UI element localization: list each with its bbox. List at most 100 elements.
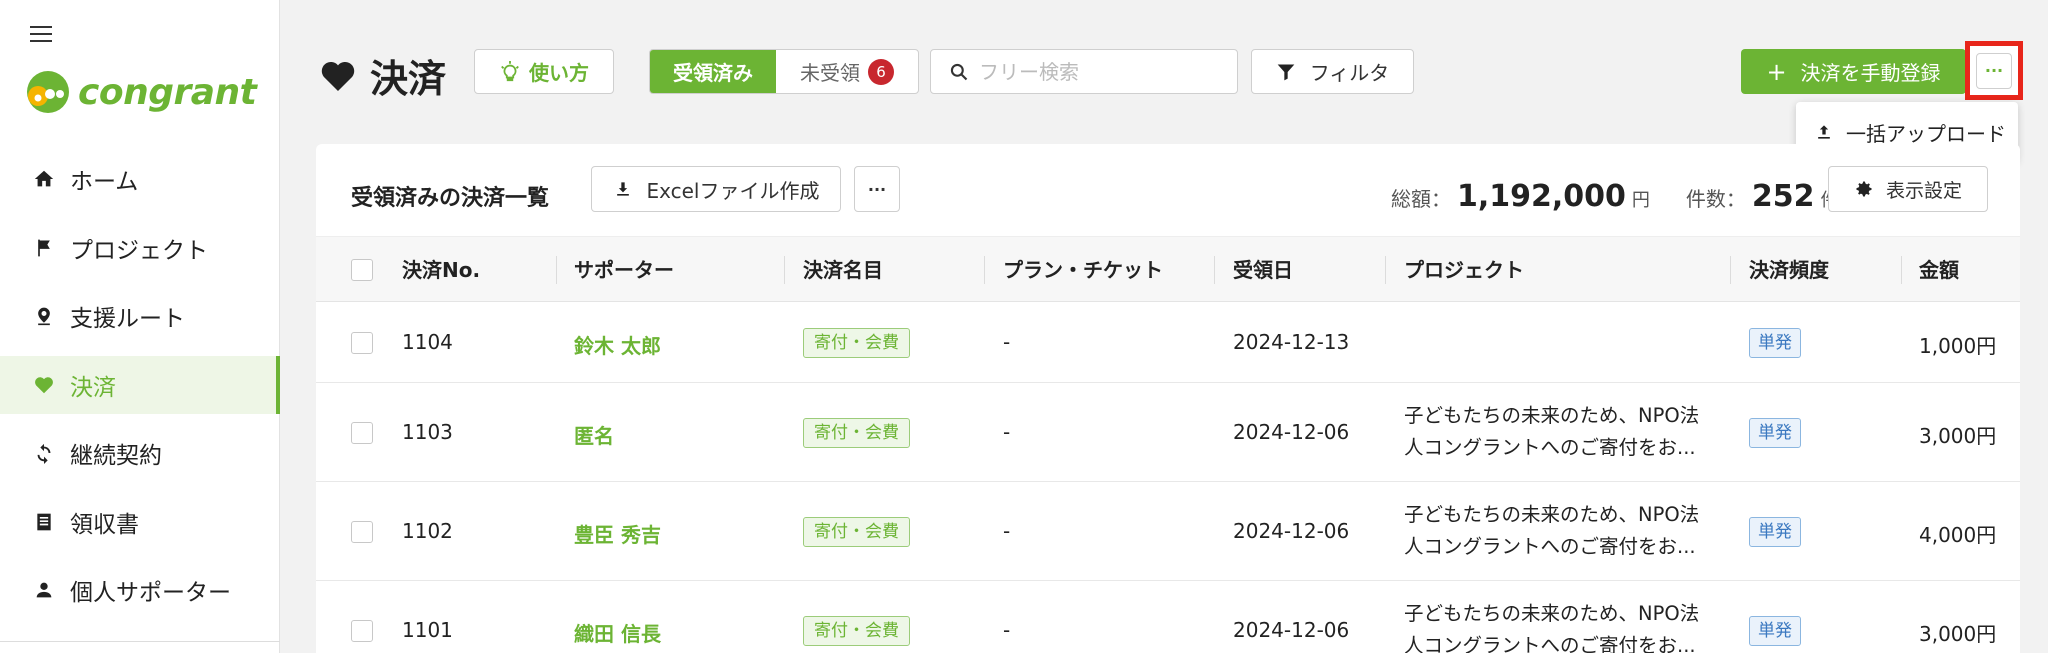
cell-project-line: 人コングラントへのご寄付をお... (1404, 436, 1696, 459)
sidebar-item-label: 決済 (70, 374, 116, 401)
cell-no: 1103 (402, 420, 453, 444)
cell-amount: 3,000円 (1919, 622, 1997, 646)
gear-icon (1856, 181, 1872, 197)
column-header-project[interactable]: プロジェクト (1404, 237, 1524, 303)
cell-date: 2024-12-06 (1233, 618, 1350, 642)
cell-supporter-link[interactable]: 匿名 (574, 420, 614, 449)
sidebar-item-label: ホーム (70, 169, 139, 195)
total-value: 1,192,000 (1457, 179, 1626, 214)
sidebar-item-label: 支援ルート (70, 306, 185, 332)
excel-export-label: Excelファイル作成 (646, 178, 820, 203)
cell-frequency-tag: 単発 (1749, 517, 1801, 547)
sidebar: congrant ホーム プロジェクト 支援ルート 決済 継続契約 領収書 個人… (0, 0, 280, 653)
cell-supporter-link[interactable]: 鈴木 太郎 (574, 330, 661, 359)
column-divider (1730, 256, 1731, 284)
column-header-no[interactable]: 決済No. (402, 237, 480, 303)
flag-icon (32, 236, 56, 260)
cell-item-tag: 寄付・会費 (803, 517, 910, 547)
cell-project: 子どもたちの未来のため、NPO法 人コングラントへのご寄付をお... (1404, 499, 1714, 563)
display-settings-button[interactable]: 表示設定 (1828, 166, 1988, 212)
receipt-icon (32, 510, 56, 534)
search-input[interactable] (979, 59, 1209, 84)
card-more-button[interactable]: ··· (854, 166, 900, 212)
column-header-supporter[interactable]: サポーター (574, 237, 674, 303)
sidebar-item-home[interactable]: ホーム (0, 150, 280, 208)
heart-icon (321, 61, 355, 91)
menu-icon[interactable] (30, 26, 52, 42)
cell-project-line: 子どもたちの未来のため、NPO法 (1404, 602, 1700, 625)
sidebar-item-individual-supporters[interactable]: 個人サポーター (0, 561, 280, 619)
excel-export-button[interactable]: Excelファイル作成 (591, 166, 841, 212)
unreceived-count-badge: 6 (868, 58, 894, 85)
cell-item-tag: 寄付・会費 (803, 418, 910, 448)
search-icon (950, 63, 968, 80)
filter-button[interactable]: フィルタ (1251, 49, 1414, 94)
tab-received[interactable]: 受領済み (650, 50, 776, 93)
cell-supporter-link[interactable]: 織田 信長 (574, 618, 661, 647)
tab-unreceived-label: 未受領 (800, 61, 860, 85)
cell-frequency-tag: 単発 (1749, 418, 1801, 448)
congrant-logo-icon (27, 71, 69, 113)
row-checkbox[interactable] (351, 620, 373, 642)
column-divider (984, 256, 985, 284)
sidebar-item-continuous-contract[interactable]: 継続契約 (0, 424, 280, 482)
add-payment-button[interactable]: + 決済を手動登録 (1741, 49, 1966, 94)
cell-plan: - (1003, 519, 1011, 543)
row-checkbox[interactable] (351, 422, 373, 444)
row-checkbox[interactable] (351, 521, 373, 543)
sidebar-item-route[interactable]: 支援ルート (0, 287, 280, 345)
heart-icon (32, 373, 56, 397)
select-all-checkbox[interactable] (351, 259, 373, 281)
table-row[interactable]: 1104 鈴木 太郎 寄付・会費 - 2024-12-13 単発 1,000円 (316, 302, 2020, 383)
payments-card: 受領済みの決済一覧 Excelファイル作成 ··· 総額： 1,192,000 … (316, 144, 2020, 653)
cell-no: 1102 (402, 519, 453, 543)
sidebar-nav: ホーム プロジェクト 支援ルート 決済 継続契約 領収書 個人サポーター (0, 150, 280, 630)
column-header-date[interactable]: 受領日 (1233, 237, 1293, 303)
cell-supporter-link[interactable]: 豊臣 秀吉 (574, 519, 661, 548)
cell-date: 2024-12-13 (1233, 330, 1350, 354)
column-header-frequency[interactable]: 決済頻度 (1749, 237, 1829, 303)
download-icon (616, 182, 629, 196)
tab-unreceived[interactable]: 未受領 6 (776, 50, 918, 93)
person-icon (32, 578, 56, 602)
column-header-amount[interactable]: 金額 (1919, 237, 1959, 303)
lightbulb-icon (501, 60, 519, 81)
refresh-icon (32, 441, 56, 465)
cell-project: 子どもたちの未来のため、NPO法 人コングラントへのご寄付をお... (1404, 400, 1714, 464)
count-label: 件数： (1685, 187, 1746, 211)
plus-icon: + (1766, 57, 1787, 86)
cell-date: 2024-12-06 (1233, 420, 1350, 444)
column-divider (784, 256, 785, 284)
filter-label: フィルタ (1309, 61, 1390, 85)
location-pin-icon (32, 304, 56, 328)
table-row[interactable]: 1103 匿名 寄付・会費 - 2024-12-06 子どもたちの未来のため、N… (316, 384, 2020, 482)
sidebar-item-payments[interactable]: 決済 (0, 355, 280, 414)
cell-amount: 3,000円 (1919, 424, 1997, 448)
cell-no: 1104 (402, 330, 453, 354)
sidebar-item-receipts[interactable]: 領収書 (0, 493, 280, 551)
column-header-item[interactable]: 決済名目 (803, 237, 883, 303)
cell-project-line: 子どもたちの未来のため、NPO法 (1404, 404, 1700, 427)
column-divider (1901, 256, 1902, 284)
cell-amount: 1,000円 (1919, 334, 1997, 358)
logo[interactable]: congrant (24, 68, 257, 116)
cell-project-line: 人コングラントへのご寄付をお... (1404, 634, 1696, 653)
cell-project-line: 人コングラントへのご寄付をお... (1404, 535, 1696, 558)
cell-no: 1101 (402, 618, 453, 642)
column-header-plan[interactable]: プラン・チケット (1003, 237, 1163, 303)
column-divider (556, 256, 557, 284)
sidebar-item-project[interactable]: プロジェクト (0, 219, 280, 277)
column-divider (1385, 256, 1386, 284)
table-row[interactable]: 1102 豊臣 秀吉 寄付・会費 - 2024-12-06 子どもたちの未来のた… (316, 483, 2020, 581)
more-options-button[interactable]: ··· (1976, 52, 2012, 89)
received-toggle: 受領済み 未受領 6 (649, 49, 919, 94)
table-header: 決済No. サポーター 決済名目 プラン・チケット 受領日 プロジェクト 決済頻… (316, 236, 2020, 302)
table-row[interactable]: 1101 織田 信長 寄付・会費 - 2024-12-06 子どもたちの未来のた… (316, 582, 2020, 653)
cell-frequency-tag: 単発 (1749, 328, 1801, 358)
row-checkbox[interactable] (351, 332, 373, 354)
howto-button[interactable]: 使い方 (474, 49, 614, 94)
home-icon (32, 167, 56, 191)
cell-amount: 4,000円 (1919, 523, 1997, 547)
upload-icon (1818, 125, 1830, 139)
cell-item-tag: 寄付・会費 (803, 616, 910, 646)
